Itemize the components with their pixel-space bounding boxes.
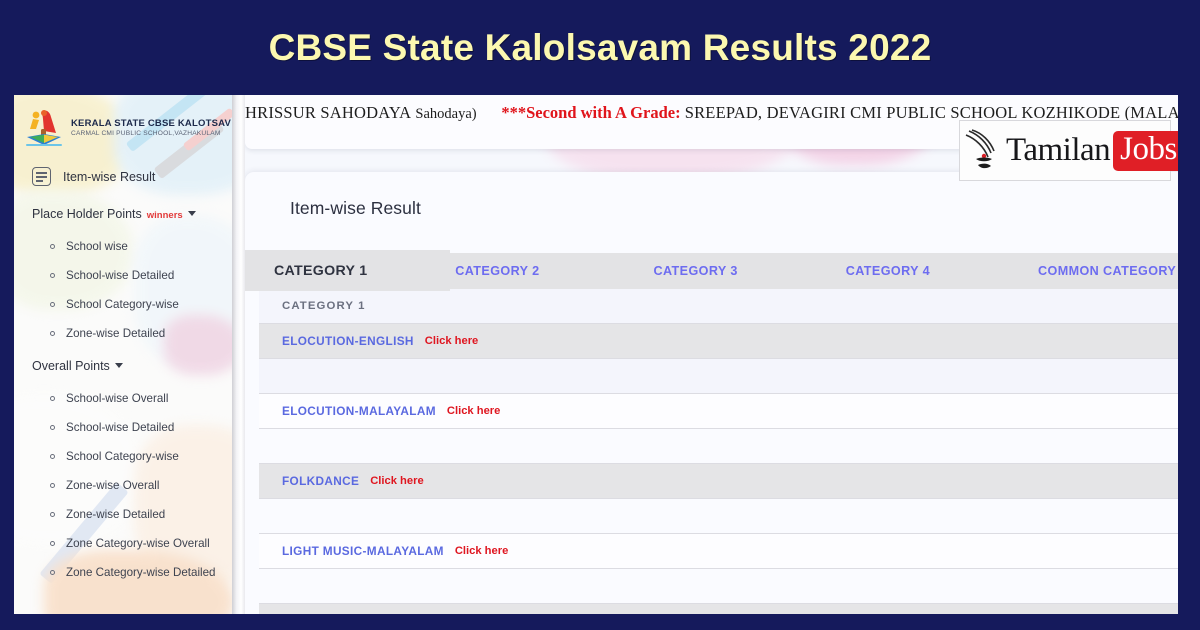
sidebar-group-label: Overall Points [32, 359, 110, 373]
tab-category-2[interactable]: CATEGORY 2 [455, 264, 539, 278]
page-banner: CBSE State Kalolsavam Results 2022 [0, 0, 1200, 95]
bullet-icon [50, 425, 55, 430]
bullet-icon [50, 512, 55, 517]
bullet-icon [50, 454, 55, 459]
click-here-link[interactable]: Click here [455, 545, 508, 557]
item-wise-result-card: Item-wise Result CATEGORY 1 CATEGORY 2 C… [245, 172, 1178, 614]
item-label: FOLKDANCE [282, 474, 360, 488]
item-label: ELOCUTION-MALAYALAM [282, 404, 436, 418]
chevron-down-icon [114, 363, 123, 368]
item-wise-result-table: CATEGORY 1 ELOCUTION-ENGLISH Click here … [259, 289, 1178, 614]
sidebar-item-label: Item-wise Result [63, 169, 156, 184]
sidebar-subitem-school-wise-detailed[interactable]: School-wise Detailed [14, 261, 232, 290]
sidebar-subitem-school-wise-detailed-overall[interactable]: School-wise Detailed [14, 413, 232, 442]
sidebar-content-divider [232, 95, 245, 614]
chevron-down-icon [187, 211, 196, 216]
sidebar-subitem-school-category-wise[interactable]: School Category-wise [14, 290, 232, 319]
sidebar-subitem-label: School-wise Detailed [66, 269, 175, 282]
bullet-icon [50, 570, 55, 575]
item-label: ELOCUTION-ENGLISH [282, 334, 414, 348]
sidebar-subitem-label: School-wise Overall [66, 392, 169, 405]
sidebar-subitem-label: School Category-wise [66, 298, 179, 311]
sidebar: KERALA STATE CBSE KALOTSAV CARMAL CMI PU… [14, 95, 232, 614]
tab-category-4[interactable]: CATEGORY 4 [846, 264, 930, 278]
document-list-icon [32, 167, 51, 186]
page-title: CBSE State Kalolsavam Results 2022 [268, 26, 932, 68]
kalotsav-logo-icon [24, 107, 64, 149]
table-subheader-row: CATEGORY 1 [259, 289, 1178, 324]
bullet-icon [50, 541, 55, 546]
sidebar-brand: KERALA STATE CBSE KALOTSAV CARMAL CMI PU… [14, 95, 232, 155]
bullet-icon [50, 483, 55, 488]
brand-subtitle: CARMAL CMI PUBLIC SCHOOL,VAZHAKULAM [71, 129, 221, 137]
sidebar-subitem-school-wise[interactable]: School wise [14, 232, 232, 261]
sidebar-subitem-label: Zone-wise Detailed [66, 508, 166, 521]
bullet-icon [50, 244, 55, 249]
click-here-link[interactable]: Click here [370, 475, 423, 487]
sidebar-subitem-zone-category-wise-overall[interactable]: Zone Category-wise Overall [14, 529, 232, 558]
table-subheader-label: CATEGORY 1 [282, 300, 366, 312]
watermark-brand-badge: Jobs [1113, 130, 1178, 171]
sidebar-group-place-holder-points[interactable]: Place Holder Points winners [14, 196, 232, 232]
sidebar-subitem-label: School-wise Detailed [66, 421, 175, 434]
table-row[interactable]: ELOCUTION-ENGLISH Click here [259, 324, 1178, 359]
bullet-icon [50, 302, 55, 307]
table-row-gap [259, 429, 1178, 464]
sidebar-subitem-label: Zone Category-wise Overall [66, 537, 210, 550]
table-row-gap [259, 499, 1178, 534]
table-row[interactable]: PAINTING (Water Colour) Click here [259, 604, 1178, 614]
sidebar-subitem-label: Zone-wise Detailed [66, 327, 166, 340]
sidebar-subitem-zone-category-wise-detailed[interactable]: Zone Category-wise Detailed [14, 558, 232, 587]
sidebar-group-overall-points[interactable]: Overall Points [14, 348, 232, 384]
table-row[interactable]: ELOCUTION-MALAYALAM Click here [259, 394, 1178, 429]
active-category-header-label: CATEGORY 1 [274, 262, 368, 279]
sidebar-subitem-label: School Category-wise [66, 450, 179, 463]
sidebar-subitem-zone-wise-detailed[interactable]: Zone-wise Detailed [14, 319, 232, 348]
click-here-link[interactable]: Click here [425, 335, 478, 347]
watermark-brand-part-1: Tamilan [1006, 132, 1111, 168]
bullet-icon [50, 273, 55, 278]
sidebar-group-label: Place Holder Points [32, 207, 142, 221]
click-here-link[interactable]: Click here [447, 405, 500, 417]
watermark-brand-part-2: Jobs [1120, 130, 1177, 167]
brand-title: KERALA STATE CBSE KALOTSAV [71, 117, 232, 129]
bullet-icon [50, 331, 55, 336]
watermark-logo: Tamilan Jobs [959, 120, 1178, 181]
sidebar-subitem-zone-wise-overall[interactable]: Zone-wise Overall [14, 471, 232, 500]
sidebar-subitem-school-wise-overall[interactable]: School-wise Overall [14, 384, 232, 413]
table-row-gap [259, 359, 1178, 394]
sidebar-subitem-zone-wise-detailed-overall[interactable]: Zone-wise Detailed [14, 500, 232, 529]
sidebar-subitem-label: Zone-wise Overall [66, 479, 160, 492]
tamilan-face-icon [965, 128, 1003, 173]
sidebar-subitem-label: Zone Category-wise Detailed [66, 566, 216, 579]
active-category-header-cell: CATEGORY 1 [245, 250, 450, 291]
bullet-icon [50, 396, 55, 401]
item-label: LIGHT MUSIC-MALAYALAM [282, 544, 444, 558]
sidebar-subitem-school-category-wise-overall[interactable]: School Category-wise [14, 442, 232, 471]
table-row[interactable]: FOLKDANCE Click here [259, 464, 1178, 499]
sidebar-item-item-wise-result[interactable]: Item-wise Result [14, 155, 232, 196]
table-row-gap [259, 569, 1178, 604]
ticker-part-1: HRISSUR SAHODAYA [245, 103, 412, 122]
screenshot-viewport: KERALA STATE CBSE KALOTSAV CARMAL CMI PU… [14, 95, 1178, 614]
tab-category-3[interactable]: CATEGORY 3 [654, 264, 738, 278]
sidebar-group-badge: winners [146, 210, 183, 221]
ticker-part-2: Sahodaya) [415, 106, 477, 122]
ticker-highlight: ***Second with A Grade: [501, 103, 681, 122]
table-row[interactable]: LIGHT MUSIC-MALAYALAM Click here [259, 534, 1178, 569]
tab-common-category[interactable]: COMMON CATEGORY [1038, 264, 1176, 278]
sidebar-subitem-label: School wise [66, 240, 128, 253]
